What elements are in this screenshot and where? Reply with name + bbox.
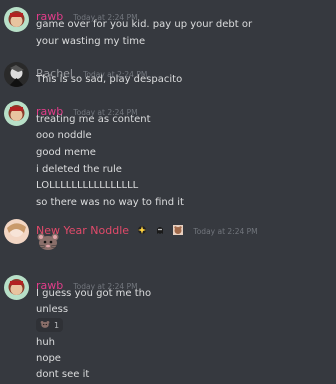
rawb-avatar[interactable] [4,101,29,126]
message-line: huh [36,337,56,348]
rawb-avatar[interactable] [4,275,29,300]
message-line: treating me as content [36,114,151,125]
message-line: i deleted the rule [36,164,122,175]
sparkle-badge-icon [137,220,147,234]
timestamp: Today at 2:24 PM [193,227,258,236]
message-line: dont see it [36,369,90,380]
rawb-avatar[interactable] [4,7,29,32]
message-line: so there was no way to find it [36,197,184,208]
message-line: This is so sad, play despacito [36,74,183,85]
message-line: ooo noddle [36,130,92,141]
rat-sticker[interactable] [36,232,60,252]
message-line: good meme [36,147,96,158]
message-line: game over for you kid. pay up your debt … [36,19,253,30]
message-line: I guess you got me tho [36,288,152,299]
rat-emoji-icon [40,320,50,330]
bear-badge-icon [173,220,184,235]
ghost-badge-icon [155,220,165,234]
noddle-avatar[interactable] [4,219,29,244]
message-line: unless [36,304,69,315]
message-line: nope [36,353,61,364]
reaction-count: 1 [54,320,60,330]
message-line: LOLLLLLLLLLLLLLLLL [36,180,139,191]
reaction-button[interactable]: 1 [36,318,64,332]
rachel-avatar[interactable] [4,62,29,87]
message-line: your wasting my time [36,36,146,47]
